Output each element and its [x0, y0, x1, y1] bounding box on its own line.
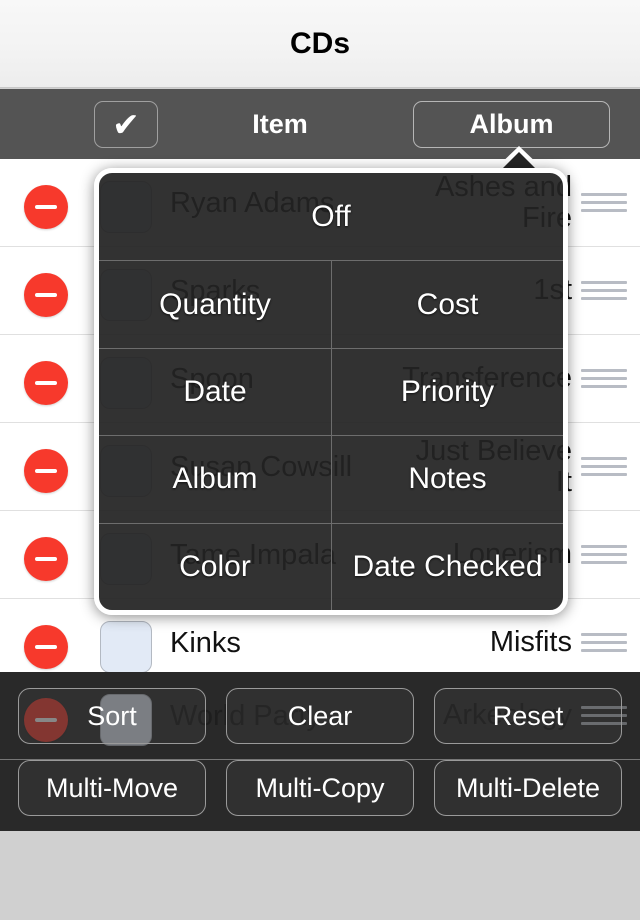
tab-album[interactable]: Album [413, 101, 610, 148]
popup-row: Album Notes [99, 435, 563, 523]
reorder-handle-icon[interactable] [581, 633, 627, 653]
reorder-handle-icon[interactable] [581, 545, 627, 565]
tab-item[interactable]: Item [200, 101, 360, 148]
popup-option-album[interactable]: Album [99, 436, 331, 522]
reorder-handle-icon[interactable] [581, 457, 627, 477]
delete-row-button[interactable] [24, 273, 68, 317]
clear-button[interactable]: Clear [226, 688, 414, 744]
mode-toolbar: ✔ Item Album [0, 89, 640, 159]
row-checkbox[interactable] [100, 621, 152, 672]
page-title: CDs [289, 27, 350, 60]
bottom-filler [0, 831, 640, 920]
popup-row: Date Priority [99, 347, 563, 436]
popup-option-off[interactable]: Off [99, 173, 563, 260]
multi-move-button[interactable]: Multi-Move [18, 760, 206, 816]
delete-row-button[interactable] [24, 625, 68, 669]
popup-row: Quantity Cost [99, 260, 563, 348]
popup-option-notes[interactable]: Notes [331, 436, 563, 523]
column-select-popup[interactable]: Off Quantity Cost Date Priority Album No… [94, 168, 568, 615]
multi-copy-button[interactable]: Multi-Copy [226, 760, 414, 816]
sort-button[interactable]: Sort [18, 688, 206, 744]
popup-option-priority[interactable]: Priority [331, 348, 563, 436]
action-toolbar: World Party Arkeology Sort Clear Reset M… [0, 672, 640, 831]
reorder-handle-icon[interactable] [581, 281, 627, 301]
navigation-header: CDs [0, 0, 640, 88]
delete-row-button[interactable] [24, 537, 68, 581]
checkmark-icon: ✔ [112, 106, 140, 143]
popup-option-color[interactable]: Color [99, 524, 331, 610]
popup-row: Off [99, 173, 563, 260]
popup-row: Color Date Checked [99, 522, 563, 610]
select-all-checkmark-button[interactable]: ✔ [94, 101, 158, 148]
multi-delete-button[interactable]: Multi-Delete [434, 760, 622, 816]
reorder-handle-icon[interactable] [581, 369, 627, 389]
reorder-handle-icon[interactable] [581, 193, 627, 213]
reset-button[interactable]: Reset [434, 688, 622, 744]
popup-option-cost[interactable]: Cost [331, 261, 563, 348]
popup-option-quantity[interactable]: Quantity [99, 261, 331, 347]
delete-row-button[interactable] [24, 185, 68, 229]
popup-option-date[interactable]: Date [99, 349, 331, 435]
popup-option-date-checked[interactable]: Date Checked [331, 523, 563, 610]
delete-row-button[interactable] [24, 361, 68, 405]
delete-row-button[interactable] [24, 449, 68, 493]
